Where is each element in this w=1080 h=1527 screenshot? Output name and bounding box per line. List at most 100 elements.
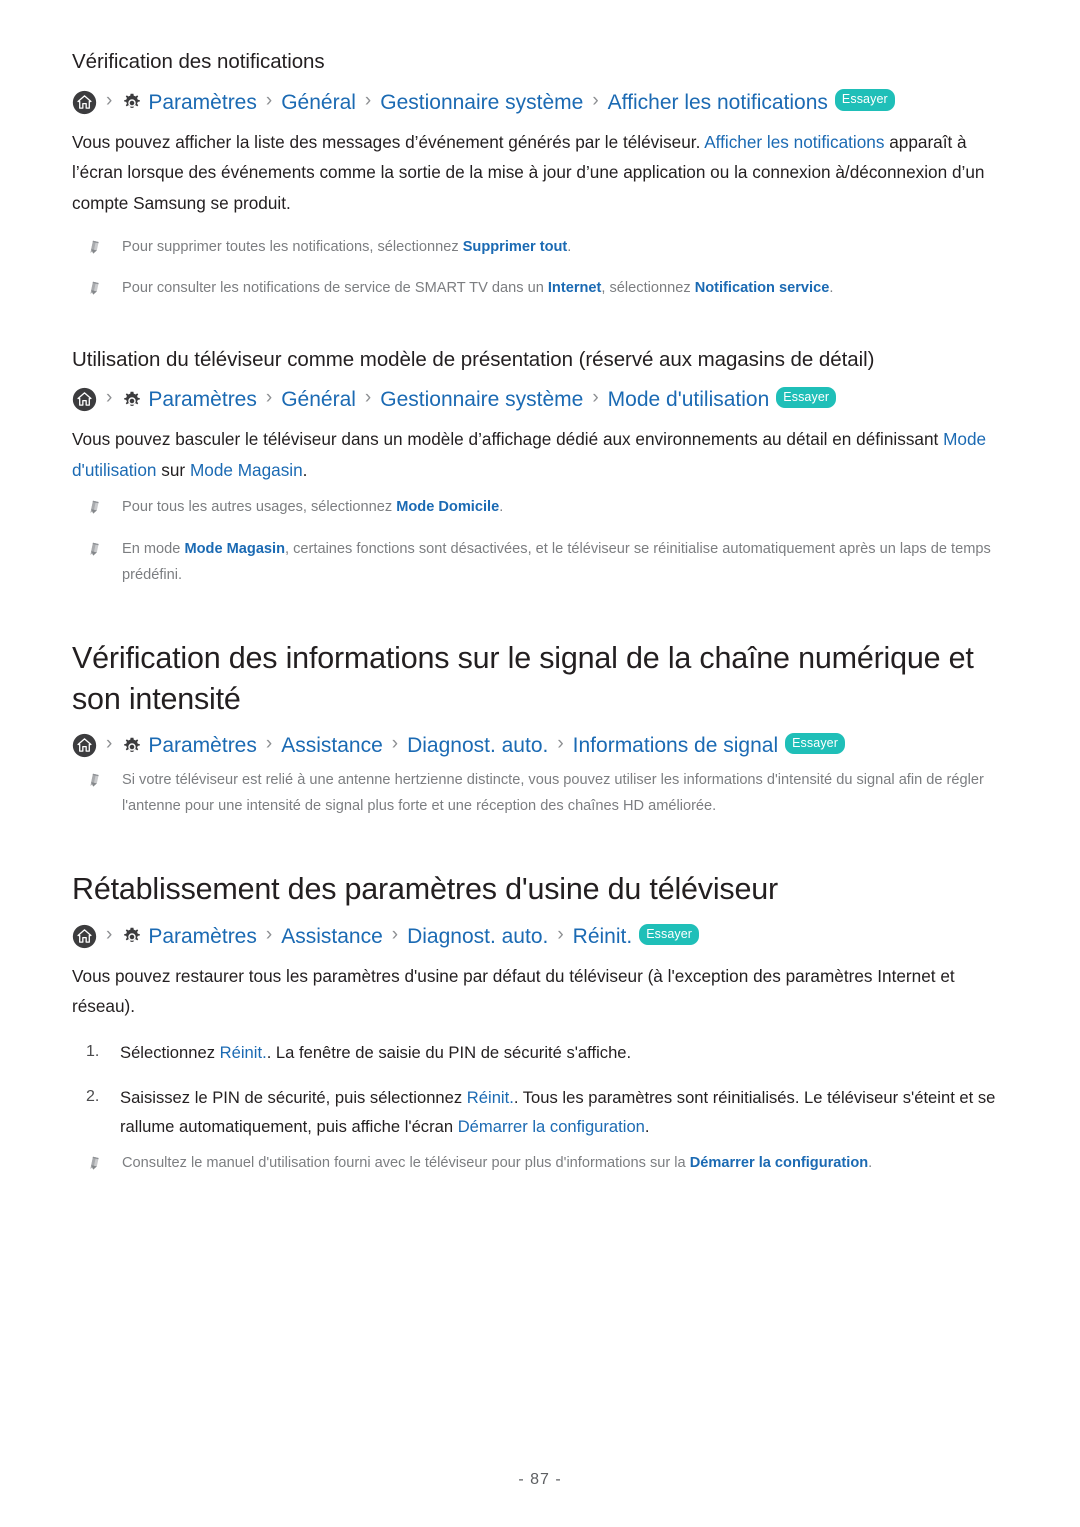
- breadcrumb-notifications: › Paramètres › Général › Gestionnaire sy…: [72, 89, 1008, 115]
- step-text: Saisissez le PIN de sécurité, puis sélec…: [120, 1083, 1000, 1141]
- inline-link-reinit[interactable]: Réinit.: [220, 1043, 267, 1062]
- breadcrumb-mode-utilisation: › Paramètres › Général › Gestionnaire sy…: [72, 386, 1008, 412]
- breadcrumb-separator: ›: [265, 89, 273, 111]
- inline-link-demarrer-la-configuration[interactable]: Démarrer la configuration: [458, 1117, 645, 1136]
- breadcrumb-separator: ›: [391, 923, 399, 945]
- home-icon[interactable]: [72, 387, 97, 412]
- text-fragment: .: [499, 499, 504, 516]
- pencil-icon: [86, 1155, 103, 1172]
- breadcrumb-separator: ›: [106, 733, 113, 755]
- text-fragment: .: [567, 238, 572, 255]
- step-text: Sélectionnez Réinit.. La fenêtre de sais…: [120, 1038, 631, 1067]
- inline-link-mode-magasin[interactable]: Mode Magasin: [190, 460, 303, 480]
- note-text: Si votre téléviseur est relié à une ante…: [122, 772, 984, 814]
- text-fragment: Consultez le manuel d'utilisation fourni…: [122, 1155, 690, 1172]
- paragraph-factory-reset: Vous pouvez restaurer tous les paramètre…: [72, 965, 955, 1017]
- step-row: 1. Sélectionnez Réinit.. La fenêtre de s…: [72, 1038, 1008, 1067]
- gear-icon[interactable]: [121, 926, 143, 948]
- gear-icon[interactable]: [121, 92, 143, 114]
- note-text: Pour consulter les notifications de serv…: [122, 276, 833, 302]
- breadcrumb-separator: ›: [265, 923, 273, 945]
- breadcrumb-separator: ›: [106, 923, 113, 945]
- note-row: Pour supprimer toutes les notifications,…: [72, 235, 1008, 261]
- breadcrumb-separator: ›: [265, 733, 273, 755]
- breadcrumb-separator: ›: [364, 89, 372, 111]
- text-fragment: En mode: [122, 540, 185, 557]
- inline-link-supprimer-tout[interactable]: Supprimer tout: [463, 239, 568, 255]
- text-fragment: .: [868, 1155, 873, 1172]
- chapter-heading-factory-reset: Rétablissement des paramètres d'usine du…: [72, 872, 778, 907]
- section-heading-mode-presentation: Utilisation du téléviseur comme modèle d…: [72, 347, 875, 371]
- breadcrumb-separator: ›: [106, 387, 113, 409]
- try-badge[interactable]: Essayer: [785, 732, 845, 755]
- breadcrumb-segment-parametres[interactable]: Paramètres: [148, 91, 257, 114]
- breadcrumb-segment-general[interactable]: Général: [281, 91, 356, 114]
- text-fragment: Sélectionnez: [120, 1043, 220, 1063]
- inline-link-internet[interactable]: Internet: [548, 280, 602, 296]
- pencil-icon: [86, 541, 103, 558]
- breadcrumb-separator: ›: [557, 733, 564, 755]
- step-row: 2. Saisissez le PIN de sécurité, puis sé…: [72, 1083, 1008, 1141]
- paragraph-notifications: Vous pouvez afficher la liste des messag…: [72, 127, 1002, 219]
- paragraph-mode-utilisation: Vous pouvez basculer le téléviseur dans …: [72, 424, 1002, 485]
- breadcrumb-segment-assistance[interactable]: Assistance: [281, 734, 383, 757]
- text-fragment: Saisissez le PIN de sécurité, puis sélec…: [120, 1088, 467, 1108]
- note-text: Pour tous les autres usages, sélectionne…: [122, 495, 503, 521]
- pencil-icon: [86, 280, 103, 297]
- inline-link-demarrer-la-configuration[interactable]: Démarrer la configuration: [690, 1155, 868, 1171]
- breadcrumb-segment-informations-de-signal[interactable]: Informations de signal: [573, 734, 778, 757]
- breadcrumb-segment-diagnost-auto[interactable]: Diagnost. auto.: [407, 925, 548, 948]
- breadcrumb-separator: ›: [106, 89, 113, 111]
- text-fragment: sur: [156, 459, 190, 480]
- breadcrumb-segment-general[interactable]: Général: [281, 388, 356, 411]
- page-number: - 87 -: [518, 1471, 562, 1488]
- breadcrumb-segment-assistance[interactable]: Assistance: [281, 925, 383, 948]
- breadcrumb-separator: ›: [592, 89, 599, 111]
- inline-link-reinit[interactable]: Réinit.: [467, 1088, 514, 1107]
- text-fragment: .: [302, 459, 308, 480]
- breadcrumb-segment-parametres[interactable]: Paramètres: [148, 734, 257, 757]
- inline-link-mode-magasin[interactable]: Mode Magasin: [184, 541, 285, 557]
- note-row: Pour consulter les notifications de serv…: [72, 276, 1008, 302]
- inline-link-mode-domicile[interactable]: Mode Domicile: [396, 499, 499, 515]
- home-icon[interactable]: [72, 90, 97, 115]
- breadcrumb-segment-diagnost-auto[interactable]: Diagnost. auto.: [407, 734, 548, 757]
- breadcrumb-segment-reinit[interactable]: Réinit.: [573, 925, 633, 948]
- pencil-icon: [86, 239, 103, 256]
- breadcrumb-segment-gestionnaire-systeme[interactable]: Gestionnaire système: [380, 388, 583, 411]
- try-badge[interactable]: Essayer: [834, 89, 895, 111]
- breadcrumb-separator: ›: [265, 387, 273, 409]
- text-fragment: Pour consulter les notifications de serv…: [122, 280, 548, 297]
- breadcrumb-segment-afficher-les-notifications[interactable]: Afficher les notifications: [608, 91, 828, 114]
- breadcrumb-informations-de-signal: › Paramètres › Assistance › Diagnost. au…: [72, 732, 1008, 758]
- step-number: 2.: [86, 1088, 100, 1106]
- breadcrumb-segment-parametres[interactable]: Paramètres: [148, 925, 257, 948]
- home-icon[interactable]: [72, 924, 97, 949]
- text-fragment: Vous pouvez afficher la liste des messag…: [72, 131, 705, 152]
- inline-link-afficher-les-notifications[interactable]: Afficher les notifications: [704, 132, 884, 152]
- text-fragment: .: [644, 1117, 650, 1137]
- gear-icon[interactable]: [121, 390, 143, 412]
- pencil-icon: [86, 499, 103, 516]
- document-page: Vérification des notifications › Paramèt…: [0, 0, 1080, 1177]
- pencil-icon: [86, 772, 103, 789]
- text-fragment: . La fenêtre de saisie du PIN de sécurit…: [266, 1043, 632, 1063]
- text-fragment: Pour supprimer toutes les notifications,…: [122, 238, 463, 255]
- step-number: 1.: [86, 1043, 100, 1061]
- text-fragment: Vous pouvez basculer le téléviseur dans …: [72, 429, 944, 450]
- gear-icon[interactable]: [121, 736, 143, 758]
- try-badge[interactable]: Essayer: [639, 923, 700, 946]
- breadcrumb-segment-gestionnaire-systeme[interactable]: Gestionnaire système: [380, 91, 583, 114]
- breadcrumb-segment-parametres[interactable]: Paramètres: [148, 388, 257, 411]
- note-row: Pour tous les autres usages, sélectionne…: [72, 495, 1008, 521]
- text-fragment: Pour tous les autres usages, sélectionne…: [122, 499, 397, 516]
- breadcrumb-segment-mode-utilisation[interactable]: Mode d'utilisation: [608, 388, 770, 411]
- note-row: Consultez le manuel d'utilisation fourni…: [72, 1151, 1008, 1177]
- breadcrumb-separator: ›: [592, 387, 599, 409]
- home-icon[interactable]: [72, 733, 97, 758]
- inline-link-notification-service[interactable]: Notification service: [695, 280, 830, 296]
- try-badge[interactable]: Essayer: [776, 386, 837, 409]
- text-fragment: .: [829, 280, 834, 297]
- section-heading-notifications: Vérification des notifications: [72, 50, 325, 73]
- text-fragment: , sélectionnez: [601, 280, 695, 297]
